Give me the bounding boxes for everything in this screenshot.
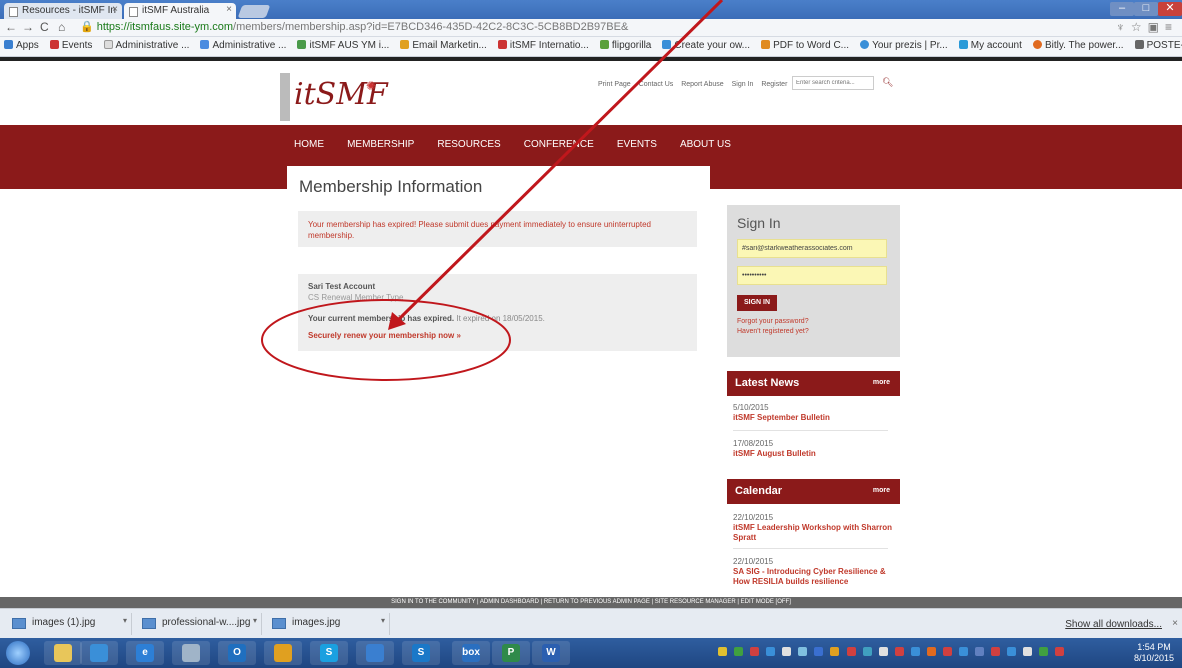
project-icon: P <box>502 644 520 662</box>
tray-icon[interactable] <box>975 647 984 656</box>
windows-taskbar: e O S Sbox P W 1:54 PM 8/10/2015 <box>0 638 1182 668</box>
taskbar-app-button[interactable]: S <box>402 641 440 665</box>
taskbar-app-button[interactable]: e <box>126 641 164 665</box>
tray-icon[interactable] <box>846 647 856 656</box>
tray-icon[interactable] <box>830 647 840 656</box>
chrome-icon <box>274 644 292 662</box>
onedrive-icon <box>366 644 384 662</box>
taskbar-app-button[interactable] <box>172 641 210 665</box>
tray-icon[interactable] <box>942 647 952 656</box>
tray-icon[interactable] <box>734 647 744 656</box>
tray-icon[interactable] <box>718 647 727 656</box>
tools-icon <box>182 644 200 662</box>
show-all-downloads-link[interactable]: Show all downloads... <box>1065 619 1162 630</box>
taskbar-app-button[interactable]: W <box>532 641 570 665</box>
word-icon: W <box>542 644 560 662</box>
folder-icon <box>54 644 72 662</box>
annotation-overlay <box>261 0 724 381</box>
tray-icon[interactable] <box>862 647 872 656</box>
taskbar-clock[interactable]: 1:54 PM 8/10/2015 <box>1134 642 1174 664</box>
download-menu-icon[interactable]: ▾ <box>253 616 257 625</box>
outlook-icon: O <box>228 644 246 662</box>
start-button[interactable] <box>6 641 30 665</box>
download-item[interactable]: professional-w....jpg ▾ <box>134 613 262 635</box>
download-menu-icon[interactable]: ▾ <box>381 616 385 625</box>
taskbar-app-button[interactable] <box>356 641 394 665</box>
tray-icon[interactable] <box>878 647 888 656</box>
download-item[interactable]: images (1).jpg ▾ <box>4 613 132 635</box>
taskbar-app-button[interactable] <box>264 641 302 665</box>
tray-icon[interactable] <box>991 647 1001 656</box>
volume-icon[interactable] <box>1023 647 1033 656</box>
taskbar-app-button[interactable]: box <box>452 641 490 665</box>
taskbar-app-button[interactable]: S <box>310 641 348 665</box>
tray-icon[interactable] <box>926 647 936 656</box>
download-filename: images (1).jpg <box>32 617 96 628</box>
tray-icon[interactable] <box>782 647 792 656</box>
download-filename: professional-w....jpg <box>162 617 251 628</box>
download-item[interactable]: images.jpg ▾ <box>264 613 390 635</box>
skype-icon: S <box>320 644 338 662</box>
download-filename: images.jpg <box>292 617 341 628</box>
tray-icon[interactable] <box>1007 647 1017 656</box>
clock-time: 1:54 PM <box>1137 642 1171 652</box>
box-icon: box <box>462 644 480 662</box>
skype-business-icon: S <box>412 644 430 662</box>
download-menu-icon[interactable]: ▾ <box>123 616 127 625</box>
media-player-icon <box>90 644 108 662</box>
taskbar-app-button[interactable]: O <box>218 641 256 665</box>
tray-icon[interactable] <box>750 647 760 656</box>
tray-icon[interactable] <box>766 647 776 656</box>
tray-icon[interactable] <box>910 647 920 656</box>
system-tray <box>718 647 1068 659</box>
tray-icon[interactable] <box>1055 647 1065 656</box>
image-file-icon <box>12 618 26 629</box>
taskbar-app-button[interactable]: P <box>492 641 530 665</box>
downloads-bar: images (1).jpg ▾ professional-w....jpg ▾… <box>0 608 1182 638</box>
network-icon[interactable] <box>1039 647 1049 656</box>
tray-icon[interactable] <box>958 647 968 656</box>
annotation-arrow <box>394 0 724 324</box>
image-file-icon <box>142 618 156 629</box>
taskbar-app-button[interactable] <box>44 641 82 665</box>
ie-icon: e <box>136 644 154 662</box>
tray-icon[interactable] <box>814 647 824 656</box>
admin-bar[interactable]: SIGN IN TO THE COMMUNITY | ADMIN DASHBOA… <box>0 597 1182 608</box>
tray-icon[interactable] <box>798 647 808 656</box>
image-file-icon <box>272 618 286 629</box>
clock-date: 8/10/2015 <box>1133 653 1174 663</box>
tray-icon[interactable] <box>894 647 904 656</box>
close-downloads-icon[interactable]: × <box>1172 618 1178 629</box>
taskbar-app-button[interactable] <box>80 641 118 665</box>
annotation-ellipse <box>261 299 511 381</box>
